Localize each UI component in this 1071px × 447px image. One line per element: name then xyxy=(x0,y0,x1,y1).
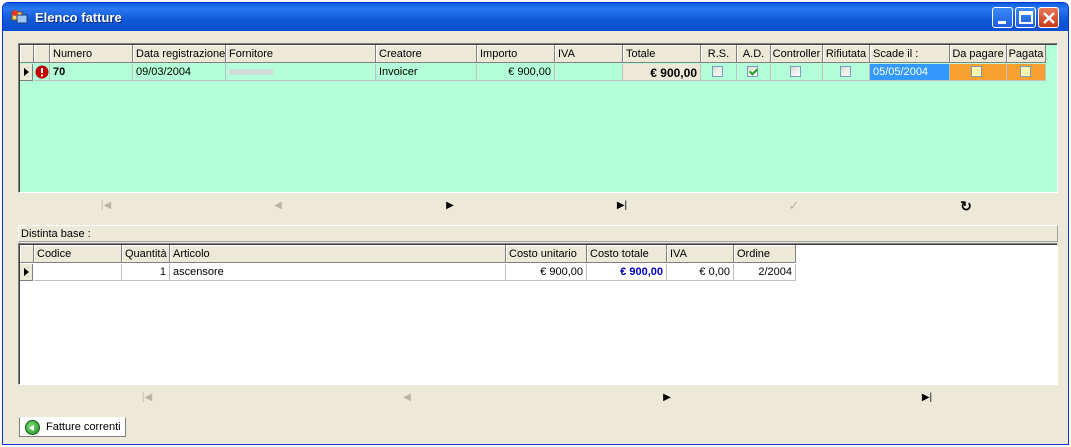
status-cell xyxy=(34,64,50,81)
cell-creatore[interactable]: Invoicer xyxy=(376,64,477,81)
bom-cell-iva[interactable]: € 0,00 xyxy=(667,264,734,281)
prior-record-icon: ◀ xyxy=(403,392,411,403)
header-controller[interactable]: Controller xyxy=(771,45,823,63)
close-icon xyxy=(1043,12,1055,24)
bom-grid[interactable]: Codice Quantità Articolo Costo unitario … xyxy=(18,243,1058,385)
bom-cell-codice[interactable] xyxy=(34,264,122,281)
bom-first-record-button[interactable]: |◀ xyxy=(127,387,167,409)
header-importo[interactable]: Importo xyxy=(477,45,555,63)
bom-cell-ordine[interactable]: 2/2004 xyxy=(734,264,796,281)
bom-prior-record-button[interactable]: ◀ xyxy=(387,387,427,409)
cell-importo[interactable]: € 900,00 xyxy=(477,64,555,81)
bom-header-codice[interactable]: Codice xyxy=(34,245,122,263)
cell-rifiutata[interactable] xyxy=(823,64,870,81)
row-indicator xyxy=(20,64,33,81)
bom-label: Distinta base : xyxy=(18,225,1058,242)
bom-cell-costo-totale[interactable]: € 900,00 xyxy=(587,264,667,281)
refresh-icon: ↻ xyxy=(960,198,972,214)
cell-scade-il[interactable]: 05/05/2004 xyxy=(870,64,950,81)
last-record-button[interactable]: ▶| xyxy=(602,195,642,217)
cell-controller[interactable] xyxy=(771,64,823,81)
pagata-checkbox[interactable] xyxy=(1020,66,1031,77)
header-creatore[interactable]: Creatore xyxy=(376,45,477,63)
refresh-button[interactable]: ↻ xyxy=(946,195,986,217)
warning-icon xyxy=(35,65,49,79)
cell-pagata[interactable] xyxy=(1007,64,1046,81)
prior-record-button[interactable]: ◀ xyxy=(258,195,298,217)
header-scade-il[interactable]: Scade il : xyxy=(870,45,950,63)
header-pagata[interactable]: Pagata xyxy=(1007,45,1046,63)
bom-navigator: |◀ ◀ ▶ ▶| xyxy=(18,387,1058,411)
header-data-registrazione[interactable]: Data registrazione xyxy=(133,45,226,63)
bom-header-iva[interactable]: IVA xyxy=(667,245,734,263)
rs-checkbox[interactable] xyxy=(712,66,723,77)
first-record-icon: |◀ xyxy=(100,200,112,211)
maximize-button[interactable] xyxy=(1015,7,1036,28)
header-fornitore[interactable]: Fornitore xyxy=(226,45,376,63)
first-record-icon: |◀ xyxy=(141,392,153,403)
tab-label: Fatture correnti xyxy=(46,421,121,433)
bom-header-ordine[interactable]: Ordine xyxy=(734,245,796,263)
bom-header-indicator xyxy=(20,245,34,263)
header-da-pagare[interactable]: Da pagare xyxy=(950,45,1007,63)
bom-last-record-button[interactable]: ▶| xyxy=(907,387,947,409)
header-iva[interactable]: IVA xyxy=(555,45,623,63)
bom-row-indicator xyxy=(20,264,33,281)
bom-header-costo-totale[interactable]: Costo totale xyxy=(587,245,667,263)
cell-fornitore[interactable] xyxy=(226,64,376,81)
cell-rs[interactable] xyxy=(701,64,737,81)
bom-header-articolo[interactable]: Articolo xyxy=(170,245,506,263)
tab-fatture-correnti[interactable]: Fatture correnti xyxy=(19,417,126,437)
bom-header-costo-unitario[interactable]: Costo unitario xyxy=(506,245,587,263)
bom-header-quantita[interactable]: Quantità xyxy=(122,245,170,263)
cell-iva[interactable] xyxy=(555,64,623,81)
invoices-navigator: |◀ ◀ ▶ ▶| ✓ ↻ xyxy=(18,195,1058,219)
invoice-list-window: Elenco fatture Numero Data registrazione… xyxy=(2,2,1069,445)
invoices-grid[interactable]: Numero Data registrazione Fornitore Crea… xyxy=(18,43,1058,193)
cell-numero[interactable]: 70 xyxy=(50,64,133,81)
header-numero[interactable]: Numero xyxy=(50,45,133,63)
header-indicator xyxy=(20,45,34,63)
next-record-icon: ▶ xyxy=(663,392,671,403)
tab-icon xyxy=(25,420,40,435)
next-record-icon: ▶ xyxy=(446,200,454,211)
bom-cell-articolo[interactable]: ascensore xyxy=(170,264,506,281)
rifiutata-checkbox[interactable] xyxy=(840,66,851,77)
ad-checkbox[interactable] xyxy=(747,66,758,77)
title-bar[interactable]: Elenco fatture xyxy=(3,3,1068,31)
header-totale[interactable]: Totale xyxy=(623,45,701,63)
maximize-icon xyxy=(1019,11,1033,24)
cell-da-pagare[interactable] xyxy=(950,64,1007,81)
post-button[interactable]: ✓ xyxy=(774,195,814,217)
bom-cell-costo-unitario[interactable]: € 900,00 xyxy=(506,264,587,281)
window-title: Elenco fatture xyxy=(35,10,122,25)
first-record-button[interactable]: |◀ xyxy=(86,195,126,217)
header-status xyxy=(34,45,50,63)
header-rs[interactable]: R.S. xyxy=(701,45,737,63)
minimize-icon xyxy=(998,21,1006,24)
minimize-button[interactable] xyxy=(992,7,1013,28)
post-icon: ✓ xyxy=(788,198,800,213)
next-record-button[interactable]: ▶ xyxy=(430,195,470,217)
redacted-supplier xyxy=(229,69,273,75)
last-record-icon: ▶| xyxy=(616,200,628,211)
cell-data-registrazione[interactable]: 09/03/2004 xyxy=(133,64,226,81)
app-icon xyxy=(11,10,28,24)
last-record-icon: ▶| xyxy=(921,392,933,403)
da-pagare-checkbox[interactable] xyxy=(971,66,982,77)
cell-ad[interactable] xyxy=(737,64,771,81)
header-ad[interactable]: A.D. xyxy=(737,45,771,63)
close-button[interactable] xyxy=(1038,7,1059,28)
bom-cell-quantita[interactable]: 1 xyxy=(122,264,170,281)
cell-totale[interactable]: € 900,00 xyxy=(623,64,701,81)
controller-checkbox[interactable] xyxy=(790,66,801,77)
bom-next-record-button[interactable]: ▶ xyxy=(647,387,687,409)
header-rifiutata[interactable]: Rifiutata xyxy=(823,45,870,63)
prior-record-icon: ◀ xyxy=(274,200,282,211)
